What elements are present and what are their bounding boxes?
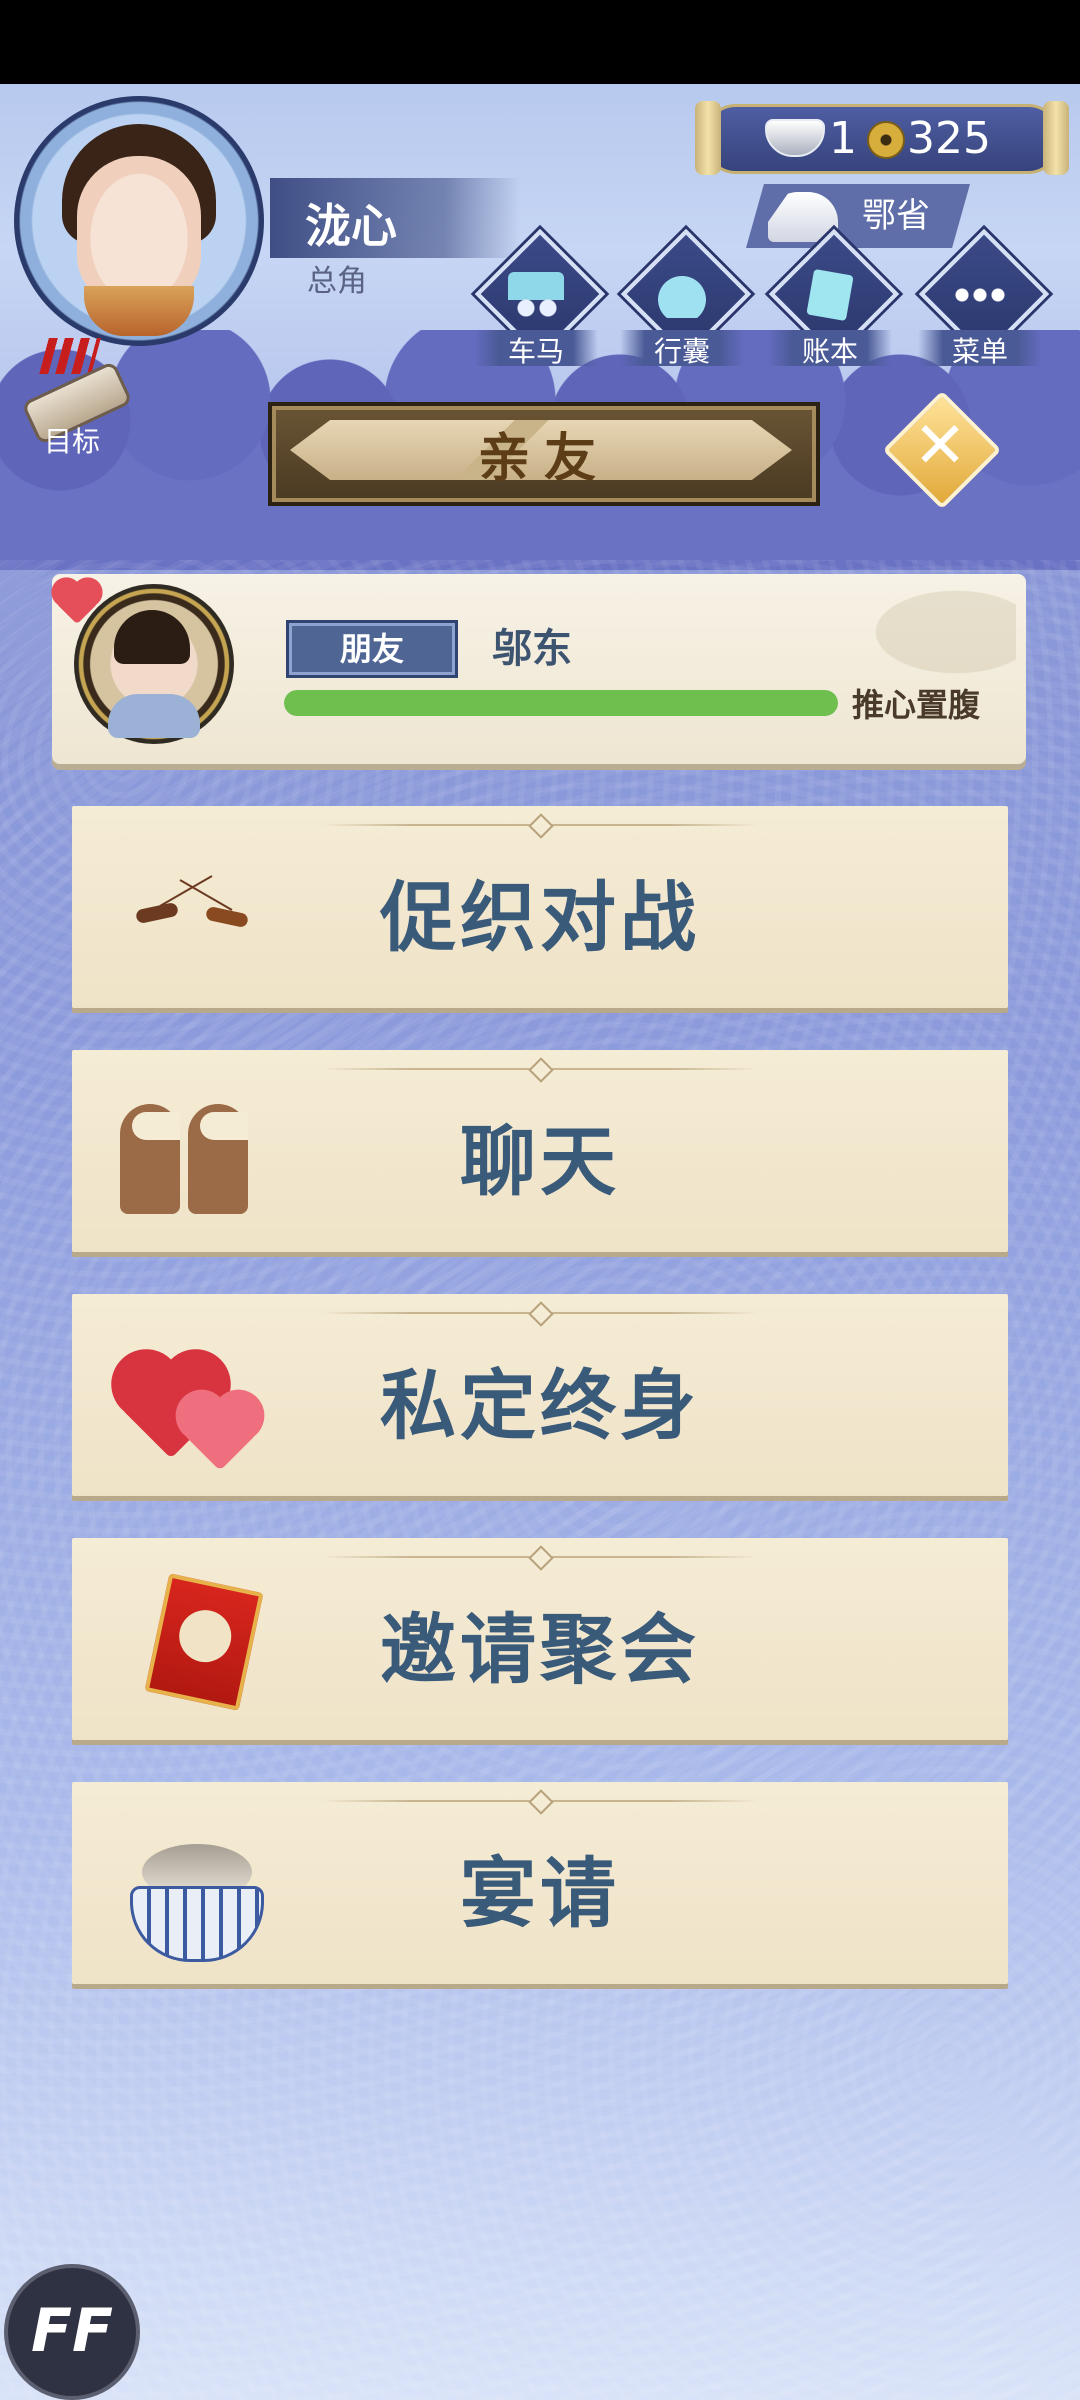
alert-marks-icon	[39, 338, 101, 374]
bond-level-label: 推心置腹	[852, 686, 981, 724]
menu-ledger-button[interactable]: 账本	[768, 228, 900, 368]
action-label: 宴请	[460, 1849, 620, 1938]
ledger-icon	[806, 268, 854, 322]
bamboo-ornament-right	[1043, 101, 1069, 175]
friend-avatar-body	[108, 694, 200, 738]
bag-icon	[654, 272, 710, 318]
divider-ornament	[528, 1057, 554, 1083]
action-banquet-button[interactable]: 宴请	[72, 1782, 1008, 1984]
character-role: 总角	[307, 264, 367, 299]
menu-carriage-label: 车马	[507, 335, 564, 368]
menu-more-label: 菜单	[951, 335, 1008, 368]
divider-ornament	[528, 813, 554, 839]
action-label: 聊天	[460, 1117, 620, 1206]
divider-ornament	[528, 1789, 554, 1815]
action-label: 促织对战	[380, 873, 700, 962]
menu-carriage-button[interactable]: 车马	[474, 228, 606, 368]
menu-bag-button[interactable]: 行囊	[620, 228, 752, 368]
friend-card: 朋友 邬东 推心置腹	[52, 574, 1026, 764]
relation-tag: 朋友	[286, 620, 458, 678]
location-label: 鄂省	[862, 196, 930, 236]
action-label: 邀请聚会	[380, 1605, 700, 1694]
action-label: 私定终身	[380, 1361, 700, 1450]
character-avatar[interactable]	[14, 96, 264, 346]
bamboo-ornament-left	[695, 101, 721, 175]
target-label: 目标	[44, 425, 101, 458]
coin-count: 325	[907, 113, 991, 164]
copper-coin-icon	[867, 121, 905, 159]
close-icon[interactable]: ✕	[898, 404, 982, 488]
silver-count: 1	[829, 113, 857, 164]
carriage-icon	[508, 272, 564, 318]
menu-ledger-label: 账本	[801, 335, 858, 368]
location-button[interactable]	[746, 184, 970, 248]
page-title: 亲友	[477, 429, 610, 489]
character-name: 泷心	[305, 199, 397, 253]
action-chat-button[interactable]: 聊天	[72, 1050, 1008, 1252]
bond-progress-fill	[284, 690, 838, 716]
action-cricket-battle-button[interactable]: 促织对战	[72, 806, 1008, 1008]
heart-icon	[55, 581, 118, 634]
divider-ornament	[528, 1301, 554, 1327]
avatar-face	[77, 156, 201, 306]
bond-progress-bar	[284, 690, 838, 716]
more-icon	[952, 272, 1008, 318]
action-invite-party-button[interactable]: 邀请聚会	[72, 1538, 1008, 1740]
menu-bag-label: 行囊	[653, 335, 710, 368]
overlay-badge[interactable]: FF	[4, 2264, 140, 2400]
friend-name: 邬东	[492, 626, 572, 672]
status-bar	[0, 0, 1080, 84]
menu-more-button[interactable]: 菜单	[918, 228, 1050, 368]
divider-ornament	[528, 1545, 554, 1571]
currency-bar: 1 325	[695, 101, 1069, 175]
silver-ingot-icon	[765, 119, 825, 157]
page-title-plaque: 亲友	[268, 402, 820, 506]
action-betroth-button[interactable]: 私定终身	[72, 1294, 1008, 1496]
